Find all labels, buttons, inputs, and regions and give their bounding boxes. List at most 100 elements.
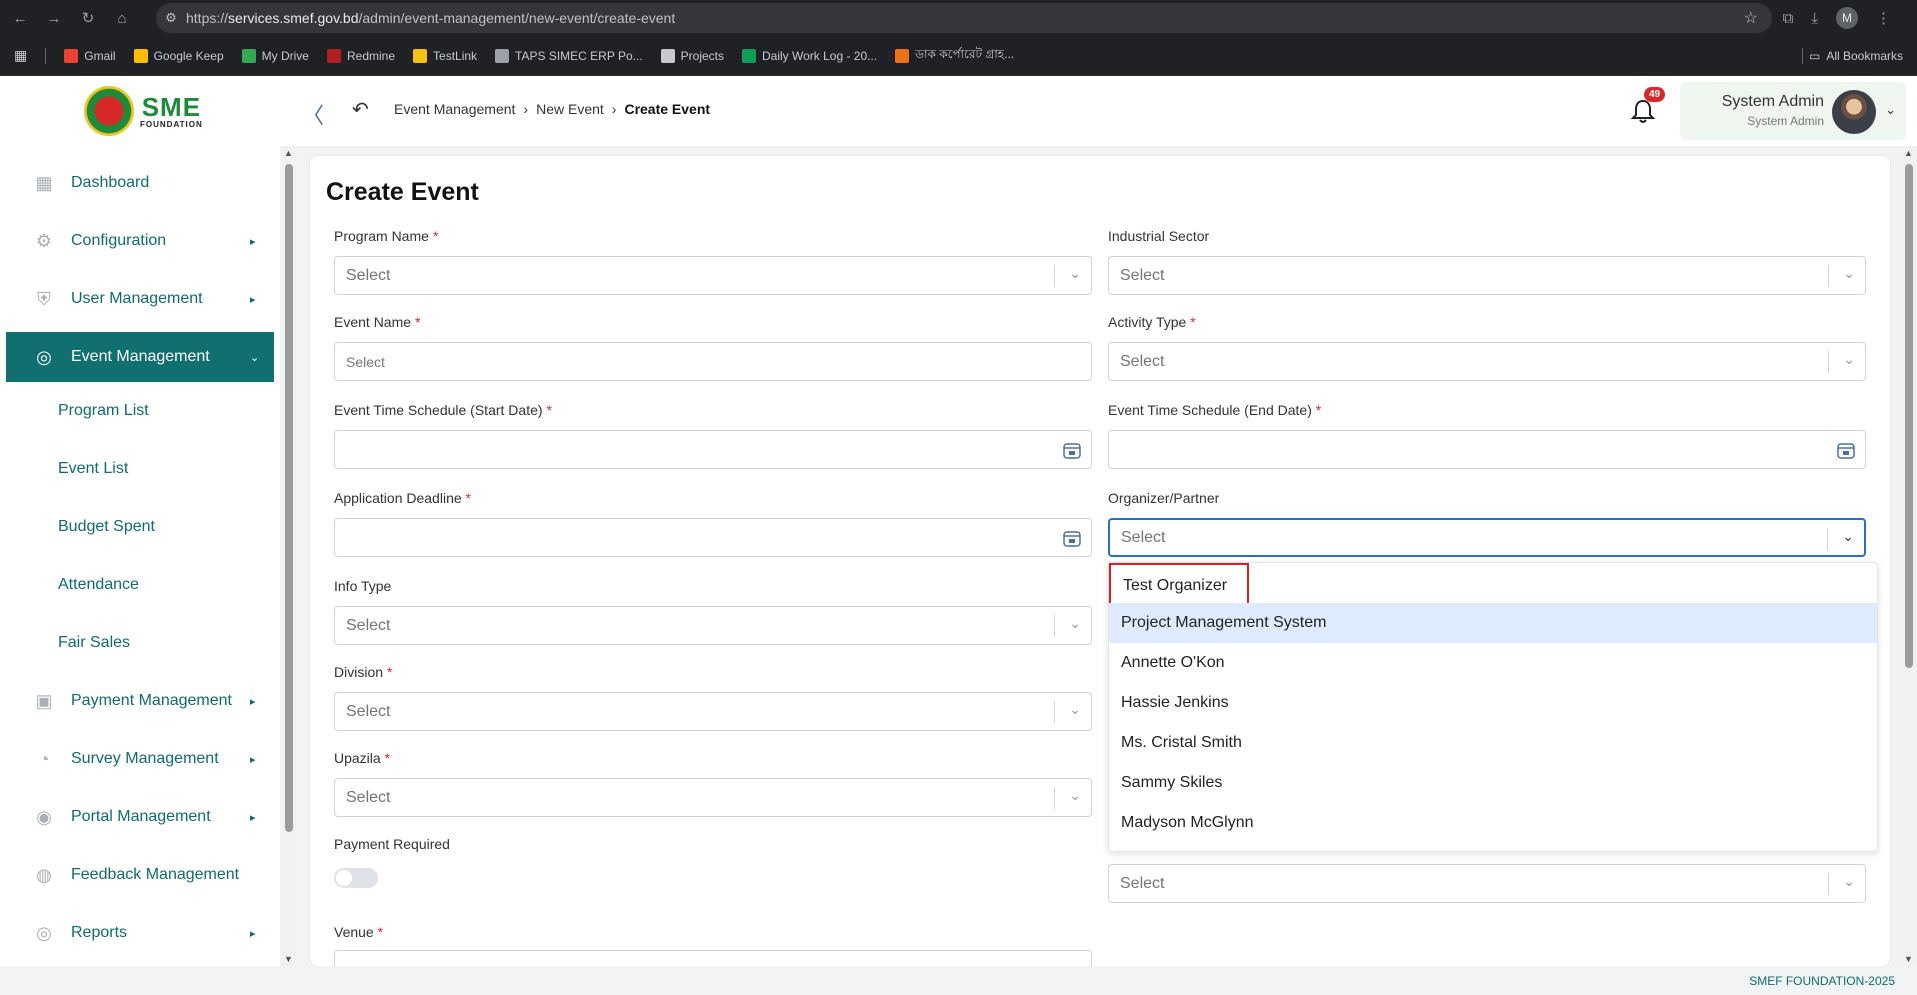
start-date-input[interactable] (334, 430, 1092, 469)
payment-required-toggle[interactable] (334, 868, 378, 888)
organizer-option[interactable]: Annette O'Kon (1109, 643, 1877, 683)
scrollbar-thumb[interactable] (1905, 164, 1913, 668)
bookmark-label: ডাক কর্পোরেট গ্রাহ... (915, 46, 1015, 61)
sidebar-subitem[interactable]: Budget Spent (58, 518, 155, 536)
scroll-down-arrow-icon[interactable]: ▼ (1904, 954, 1913, 964)
extensions-icon[interactable]: ⧉ (1783, 10, 1794, 27)
bookmark-item[interactable]: My Drive (241, 46, 309, 66)
bookmark-list: Gmail Google Keep My Drive Redmine TestLink T… (64, 46, 1014, 66)
sidebar-subitem[interactable]: Program List (58, 402, 149, 420)
activity-type-select[interactable]: Select ⌄ (1108, 342, 1866, 381)
page-scrollbar[interactable]: ▲ ▼ (1902, 146, 1916, 966)
info-type-select[interactable]: Select ⌄ (334, 606, 1092, 645)
sidebar-item-dashboard[interactable]: ▦ Dashboard (6, 158, 274, 208)
sidebar-subitem[interactable]: Attendance (58, 576, 139, 594)
user-shield-icon: ⛨ (37, 288, 51, 309)
address-bar[interactable]: ⚙ https://services.smef.gov.bd/admin/eve… (156, 3, 1772, 33)
venue-input[interactable] (334, 950, 1092, 966)
event-name-input[interactable]: Select (334, 342, 1092, 381)
chevron-down-icon[interactable]: ⌄ (1885, 102, 1896, 118)
reload-icon[interactable]: ↻ (74, 4, 102, 32)
sidebar-scrollbar[interactable]: ▲ ▼ (282, 146, 296, 966)
bookmark-item[interactable]: Redmine (326, 46, 395, 66)
calendar-icon[interactable] (1836, 440, 1856, 460)
breadcrumb-item[interactable]: Event Management (394, 101, 515, 117)
organizer-option[interactable]: Hassie Jenkins (1109, 683, 1877, 723)
sidebar-item-reports[interactable]: ◎ Reports ▸ (6, 908, 274, 958)
user-menu[interactable]: System Admin System Admin ⌄ (1680, 82, 1906, 140)
chevron-down-icon[interactable]: ⌄ (1843, 873, 1855, 890)
program-name-select[interactable]: Select ⌄ (334, 256, 1092, 295)
sidebar-item-portal-management[interactable]: ◉ Portal Management ▸ (6, 792, 274, 842)
chevron-down-icon[interactable]: ⌄ (1843, 265, 1855, 282)
chevron-right-icon[interactable]: ▸ (250, 811, 256, 824)
site-info-icon[interactable]: ⚙ (156, 10, 186, 26)
chevron-down-icon[interactable]: ⌄ (250, 351, 259, 364)
config-icon: ⚙ (35, 230, 53, 251)
calendar-icon[interactable] (1062, 440, 1082, 460)
bookmark-item[interactable]: TAPS SIMEC ERP Po... (495, 46, 643, 66)
chevron-down-icon[interactable]: ⌄ (1069, 265, 1081, 282)
bookmark-label: Google Keep (153, 48, 224, 63)
profile-avatar[interactable]: M (1836, 7, 1858, 29)
organizer-option[interactable]: Sammy Skiles (1109, 763, 1877, 803)
sidebar-item-payment-management[interactable]: ▣ Payment Management ▸ (6, 676, 274, 726)
application-deadline-input[interactable] (334, 518, 1092, 557)
scroll-down-arrow-icon[interactable]: ▼ (284, 954, 293, 964)
placeholder: Select (346, 267, 391, 284)
bookmark-item[interactable]: TestLink (413, 46, 477, 66)
forward-arrow-icon[interactable]: → (40, 4, 68, 32)
chevron-down-icon[interactable]: ⌄ (1069, 615, 1081, 632)
label-text: Event Time Schedule (End Date) (1108, 402, 1312, 418)
sidebar-collapse-icon[interactable]: 〈 (302, 98, 324, 130)
bookmark-item[interactable]: ডাক কর্পোরেট গ্রাহ... (895, 46, 1014, 66)
breadcrumb-item[interactable]: New Event (536, 101, 604, 117)
sidebar-item-configuration[interactable]: ⚙ Configuration ▸ (6, 216, 274, 266)
home-icon[interactable]: ⌂ (108, 4, 136, 32)
end-date-input[interactable] (1108, 430, 1866, 469)
scroll-up-arrow-icon[interactable]: ▲ (284, 148, 293, 158)
sidebar-item-user-management[interactable]: ⛨ User Management ▸ (6, 274, 274, 324)
sidebar-item-label: Survey Management (71, 750, 219, 767)
chevron-right-icon[interactable]: ▸ (250, 927, 256, 940)
download-icon[interactable]: ⤓ (1811, 10, 1818, 27)
chevron-down-icon[interactable]: ⌄ (1069, 701, 1081, 718)
menu-dots-icon[interactable]: ⋮ (1876, 9, 1891, 27)
sidebar-item-survey-management[interactable]: ◔ Survey Management ▸ (6, 734, 274, 784)
organizer-option[interactable]: Project Management System (1109, 603, 1877, 643)
sidebar-item-event-management[interactable]: ◎ Event Management ⌄ (6, 332, 274, 382)
required-mark: * (546, 402, 552, 418)
organizer-option[interactable]: Ms. Cristal Smith (1109, 723, 1877, 763)
chevron-right-icon[interactable]: ▸ (250, 695, 256, 708)
organizer-option[interactable]: Madyson McGlynn (1109, 803, 1877, 843)
bookmark-item[interactable]: Projects (660, 46, 724, 66)
scrollbar-thumb[interactable] (285, 164, 293, 832)
calendar-icon[interactable] (1062, 528, 1082, 548)
chevron-right-icon[interactable]: ▸ (250, 293, 256, 306)
select-divider (1828, 265, 1829, 287)
bookmark-item[interactable]: Gmail (64, 46, 116, 66)
bookmark-item[interactable]: Daily Work Log - 20... (742, 46, 877, 66)
chevron-right-icon[interactable]: ▸ (250, 235, 256, 248)
sme-foundation-logo[interactable]: SME FOUNDATION (84, 86, 214, 136)
chevron-down-icon[interactable]: ⌄ (1069, 787, 1081, 804)
chevron-down-icon[interactable]: ⌄ (1842, 528, 1854, 545)
right-lower-select[interactable]: Select ⌄ (1108, 864, 1866, 903)
upazila-select[interactable]: Select ⌄ (334, 778, 1092, 817)
chevron-right-icon[interactable]: ▸ (250, 753, 256, 766)
sidebar-item-feedback-management[interactable]: ◍ Feedback Management (6, 850, 274, 900)
undo-back-icon[interactable]: ↶ (352, 97, 369, 122)
reports-icon: ◎ (36, 922, 52, 943)
all-bookmarks[interactable]: ▭ All Bookmarks (1801, 48, 1903, 64)
scroll-up-arrow-icon[interactable]: ▲ (1904, 148, 1913, 158)
sidebar-subitem[interactable]: Fair Sales (58, 634, 130, 652)
chevron-down-icon[interactable]: ⌄ (1843, 351, 1855, 368)
sidebar-subitem[interactable]: Event List (58, 460, 128, 478)
organizer-partner-select[interactable]: Select ⌄ (1108, 518, 1866, 557)
bookmark-star-icon[interactable]: ☆ (1744, 8, 1758, 28)
industrial-sector-select[interactable]: Select ⌄ (1108, 256, 1866, 295)
bookmark-item[interactable]: Google Keep (133, 46, 224, 66)
back-arrow-icon[interactable]: ← (6, 4, 34, 32)
apps-grid-icon[interactable]: ▦ (14, 47, 27, 64)
division-select[interactable]: Select ⌄ (334, 692, 1092, 731)
